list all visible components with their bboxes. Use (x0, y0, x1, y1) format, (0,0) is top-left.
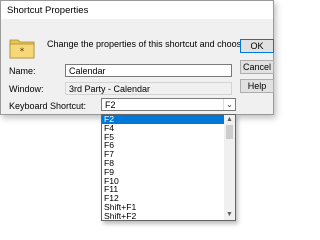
folder-star-icon: * (9, 39, 35, 59)
name-input[interactable]: Calendar (65, 64, 232, 77)
scroll-up-icon[interactable]: ▲ (224, 115, 235, 125)
dropdown-items: F2 F4 F5 F6 F7 F8 F9 F10 F11 F12 Shift+F1 Shift+F2 (102, 115, 224, 220)
dropdown-option[interactable]: F7 (102, 150, 224, 159)
help-button[interactable]: Help (240, 79, 274, 93)
dropdown-option[interactable]: F2 (102, 115, 224, 124)
svg-text:*: * (20, 47, 25, 57)
dropdown-option[interactable]: F5 (102, 132, 224, 142)
cancel-button[interactable]: Cancel (240, 60, 274, 74)
dropdown-option[interactable]: F9 (102, 167, 224, 177)
dropdown-scrollbar[interactable]: ▲ ▼ (224, 115, 235, 220)
window-field: 3rd Party - Calendar (65, 82, 232, 95)
title-bar[interactable]: Shortcut Properties (1, 1, 273, 19)
name-label: Name: (9, 66, 36, 76)
scroll-down-icon[interactable]: ▼ (224, 210, 235, 220)
dropdown-option[interactable]: F6 (102, 141, 224, 150)
keyboard-shortcut-label: Keyboard Shortcut: (9, 101, 87, 111)
chevron-down-icon[interactable]: ⌄ (223, 99, 235, 110)
ok-button[interactable]: OK (240, 39, 274, 53)
description-text: Change the properties of this shortcut a… (47, 39, 265, 49)
scrollbar-thumb[interactable] (226, 125, 233, 139)
dialog-title: Shortcut Properties (7, 5, 89, 16)
dropdown-option[interactable]: F11 (102, 185, 224, 194)
keyboard-shortcut-value: F2 (105, 100, 116, 110)
keyboard-shortcut-combo[interactable]: F2 ⌄ (101, 98, 236, 111)
dropdown-option[interactable]: F4 (102, 123, 224, 133)
dropdown-option[interactable]: F10 (102, 176, 224, 186)
dropdown-option[interactable]: F8 (102, 159, 224, 168)
shortcut-dropdown-list[interactable]: F2 F4 F5 F6 F7 F8 F9 F10 F11 F12 Shift+F1 Shift+F2 … (101, 114, 236, 221)
window-label: Window: (9, 84, 44, 94)
dropdown-option[interactable]: Shift+F2 (102, 211, 224, 220)
